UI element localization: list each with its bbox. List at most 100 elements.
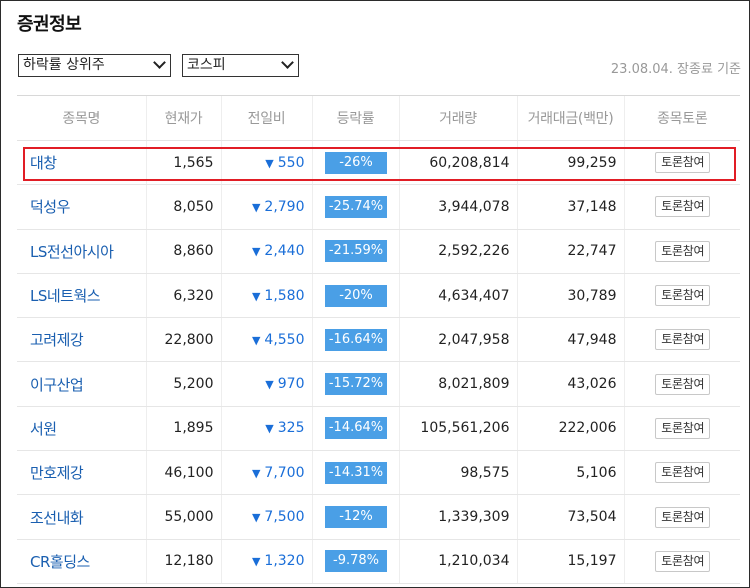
rate-badge: -20%: [325, 284, 387, 307]
change-cell: ▼ 1,580: [220, 273, 312, 319]
talk-cell: 토론참여: [623, 229, 740, 274]
stock-name-cell: LS네트웍스: [17, 273, 146, 319]
rate-cell: -14.31%: [311, 450, 399, 496]
down-arrow-icon: ▼: [265, 422, 274, 436]
change-value: 4,550: [264, 331, 305, 348]
current-price: 8,860: [145, 229, 221, 274]
down-arrow-icon: ▼: [265, 378, 274, 392]
volume: 2,592,226: [398, 229, 517, 274]
volume: 1,339,309: [398, 494, 517, 540]
rate-cell: -21.59%: [311, 229, 399, 274]
talk-cell: 토론참여: [623, 184, 740, 230]
change-cell: ▼ 550: [220, 140, 312, 186]
join-discussion-button[interactable]: 토론참여: [655, 550, 711, 572]
volume: 3,944,078: [398, 184, 517, 230]
trade-value: 30,789: [516, 273, 624, 319]
rate-cell: -9.78%: [311, 539, 399, 584]
down-arrow-icon: ▼: [251, 511, 261, 525]
column-header: 현재가: [145, 95, 221, 141]
stock-name-link[interactable]: 대창: [30, 154, 57, 172]
ranking-select[interactable]: 하락률 상위주: [18, 54, 171, 77]
stock-name-cell: 서원: [17, 406, 146, 452]
rate-badge: -14.31%: [325, 461, 387, 484]
current-price: 12,180: [145, 539, 221, 584]
table-row: 이구산업 5,200 ▼ 970 -15.72% 8,021,809 43,026 토론참여: [17, 361, 740, 407]
join-discussion-button[interactable]: 토론참여: [655, 373, 711, 395]
stock-table-wrapper: 종목명 현재가 전일비 등락률 거래량 거래대금(백만) 종목토론 대창 1,565 ▼ 550-…: [17, 95, 740, 584]
column-header: 종목명: [17, 95, 146, 141]
volume: 1,210,034: [398, 539, 517, 584]
stock-name-cell: LS전선아시아: [17, 229, 146, 274]
stock-name-link[interactable]: LS전선아시아: [30, 243, 114, 261]
change-cell: ▼ 7,500: [220, 494, 312, 540]
change-cell: ▼ 4,550: [220, 317, 312, 363]
table-header-row: 종목명 현재가 전일비 등락률 거래량 거래대금(백만) 종목토론: [17, 95, 740, 141]
stock-name-cell: 고려제강: [17, 317, 146, 363]
column-header: 거래량: [398, 95, 517, 141]
chevron-down-icon: [281, 56, 294, 69]
join-discussion-button[interactable]: 토론참여: [655, 462, 711, 484]
stock-name-link[interactable]: 고려제강: [30, 331, 84, 349]
stock-name-link[interactable]: 이구산업: [30, 376, 84, 394]
stock-info-panel: 증권정보 하락률 상위주 코스피 23.08.04. 장종료 기준 종목명 현재가…: [0, 0, 750, 588]
volume: 4,634,407: [398, 273, 517, 319]
join-discussion-button[interactable]: 토론참여: [655, 196, 711, 218]
talk-cell: 토론참여: [623, 539, 740, 584]
join-discussion-button[interactable]: 토론참여: [655, 152, 711, 174]
change-cell: ▼ 7,700: [220, 450, 312, 496]
stock-name-link[interactable]: LS네트웍스: [30, 287, 101, 305]
stock-name-link[interactable]: 조선내화: [30, 509, 84, 527]
change-cell: ▼ 1,320: [220, 539, 312, 584]
stock-name-cell: CR홀딩스: [17, 539, 146, 584]
current-price: 8,050: [145, 184, 221, 230]
join-discussion-button[interactable]: 토론참여: [655, 417, 711, 439]
down-arrow-icon: ▼: [251, 333, 261, 347]
stock-name-link[interactable]: 만호제강: [30, 464, 84, 482]
volume: 2,047,958: [398, 317, 517, 363]
talk-cell: 토론참여: [623, 317, 740, 363]
change-value: 550: [277, 154, 305, 171]
stock-name-link[interactable]: CR홀딩스: [30, 553, 90, 571]
trade-value: 43,026: [516, 361, 624, 407]
rate-cell: -16.64%: [311, 317, 399, 363]
current-price: 1,565: [145, 140, 221, 186]
change-value: 7,500: [264, 509, 305, 526]
page-title: 증권정보: [17, 14, 82, 35]
join-discussion-button[interactable]: 토론참여: [655, 240, 711, 262]
talk-cell: 토론참여: [623, 361, 740, 407]
join-discussion-button[interactable]: 토론참여: [655, 285, 711, 307]
stock-name-cell: 조선내화: [17, 494, 146, 540]
down-arrow-icon: ▼: [251, 555, 261, 569]
rate-cell: -25.74%: [311, 184, 399, 230]
stock-name-link[interactable]: 서원: [30, 420, 57, 438]
stock-name-link[interactable]: 덕성우: [30, 198, 70, 216]
volume: 105,561,206: [398, 406, 517, 452]
rate-badge: -14.64%: [325, 417, 387, 440]
table-row: 대창 1,565 ▼ 550 -26% 60,208,814 99,259 토론참여: [17, 140, 740, 186]
trade-value: 15,197: [516, 539, 624, 584]
table-row: 조선내화 55,000 ▼ 7,500 -12% 1,339,309 73,504 토론참여: [17, 494, 740, 540]
rate-cell: -14.64%: [311, 406, 399, 452]
current-price: 22,800: [145, 317, 221, 363]
change-value: 970: [277, 376, 305, 393]
join-discussion-button[interactable]: 토론참여: [655, 506, 711, 528]
rate-badge: -21.59%: [325, 240, 387, 263]
down-arrow-icon: ▼: [251, 200, 261, 214]
trade-value: 73,504: [516, 494, 624, 540]
rate-cell: -15.72%: [311, 361, 399, 407]
talk-cell: 토론참여: [623, 494, 740, 540]
stock-name-cell: 덕성우: [17, 184, 146, 230]
column-header: 거래대금(백만): [516, 95, 624, 141]
table-row: 서원 1,895 ▼ 325 -14.64% 105,561,206 222,006 토론참여: [17, 406, 740, 452]
rate-badge: -26%: [325, 151, 387, 174]
rate-badge: -12%: [325, 506, 387, 529]
trade-value: 222,006: [516, 406, 624, 452]
column-header: 전일비: [220, 95, 312, 141]
rate-badge: -25.74%: [325, 195, 387, 218]
volume: 60,208,814: [398, 140, 517, 186]
join-discussion-button[interactable]: 토론참여: [655, 329, 711, 351]
stock-name-cell: 대창: [17, 140, 146, 186]
stock-table: 종목명 현재가 전일비 등락률 거래량 거래대금(백만) 종목토론 대창 1,565 ▼ 550-…: [17, 95, 740, 584]
current-price: 1,895: [145, 406, 221, 452]
market-select[interactable]: 코스피: [182, 54, 299, 77]
